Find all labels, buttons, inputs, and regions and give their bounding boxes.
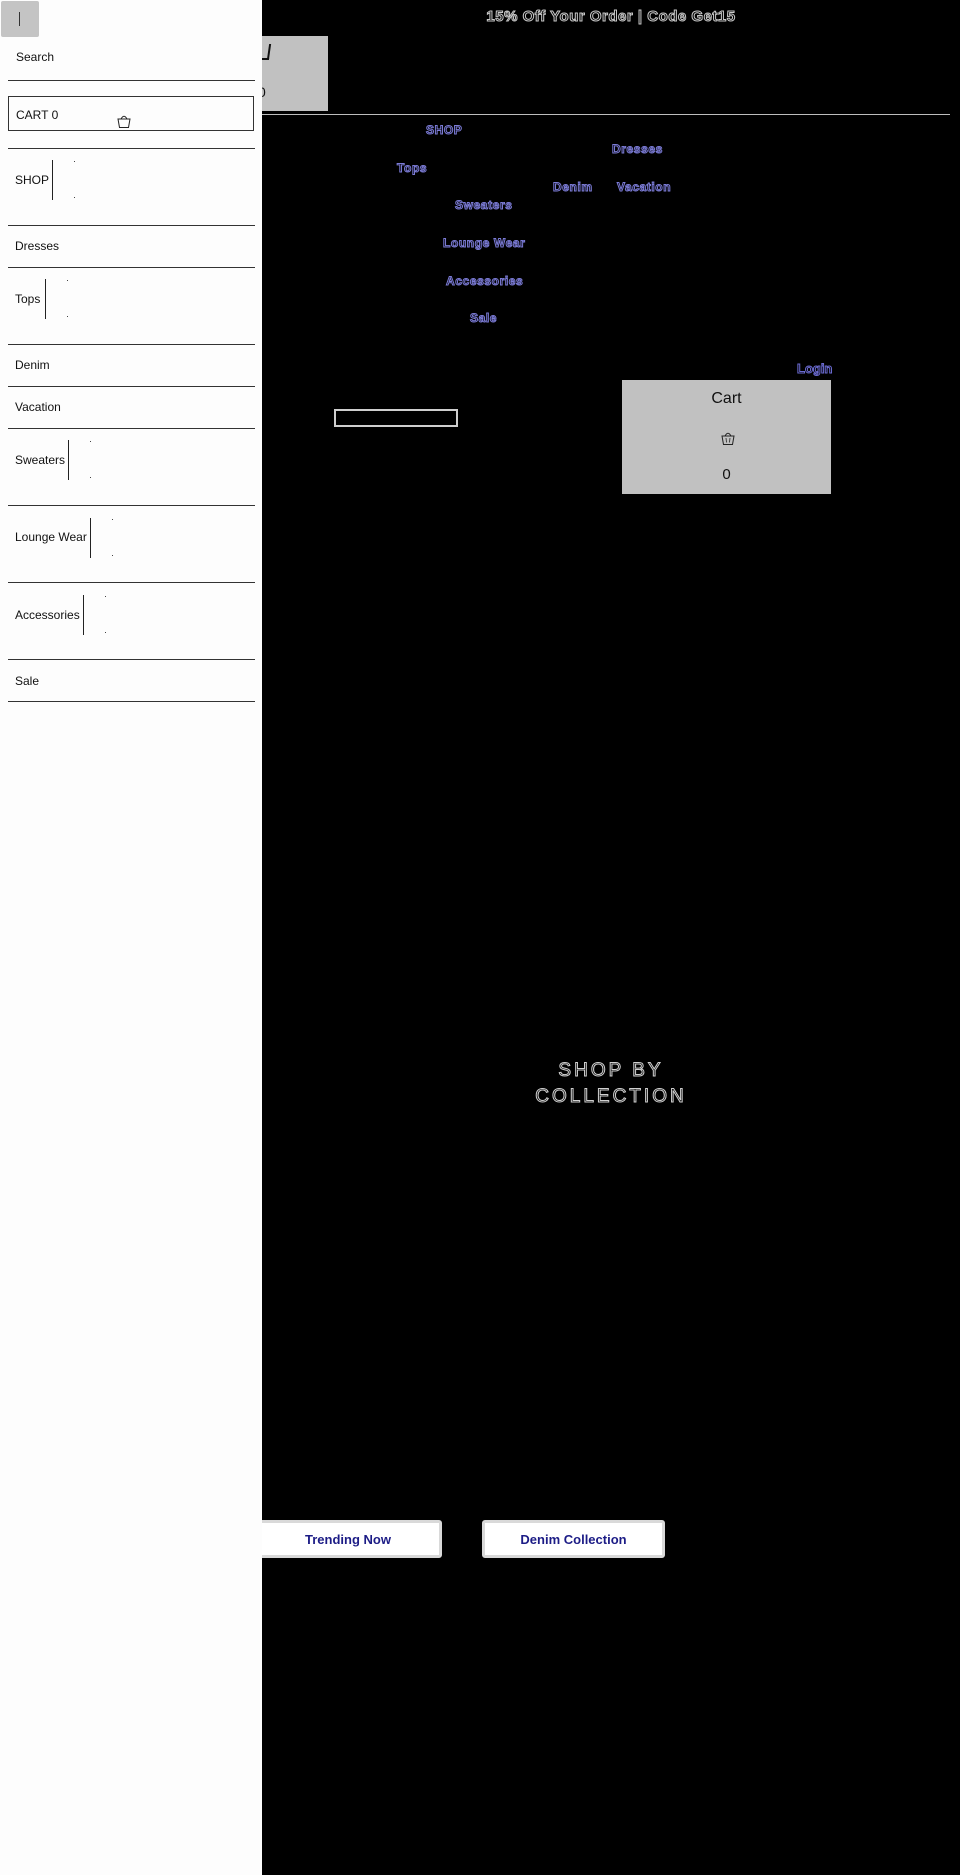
drawer-divider: [8, 80, 255, 81]
drawer-item-vacation[interactable]: Vacation: [15, 400, 61, 414]
cart-panel[interactable]: Cart 0: [622, 380, 831, 494]
collection-heading-line2: COLLECTION: [535, 1086, 687, 1108]
side-drawer: Search CART 0 SHOP Dresses Tops Denim Va…: [0, 0, 262, 1875]
drawer-divider: [8, 659, 255, 660]
chevron-up-icon: [105, 596, 106, 597]
nav-denim[interactable]: Denim: [553, 180, 593, 195]
drawer-divider: [8, 582, 255, 583]
drawer-item-lounge-wear[interactable]: Lounge Wear: [15, 530, 87, 544]
nav-tops[interactable]: Tops: [396, 161, 427, 176]
header-cart-button[interactable]: 0: [256, 36, 328, 111]
submenu-toggle[interactable]: [68, 440, 69, 480]
chevron-down-icon: [67, 316, 68, 317]
nav-lounge-wear[interactable]: Lounge Wear: [442, 236, 525, 251]
drawer-divider: [8, 701, 255, 702]
chevron-down-icon: [74, 197, 75, 198]
submenu-toggle[interactable]: [45, 279, 46, 319]
collection-heading: SHOP BY COLLECTION: [262, 1058, 960, 1110]
login-link[interactable]: Login: [796, 361, 832, 377]
drawer-item-shop[interactable]: SHOP: [15, 173, 49, 187]
drawer-divider: [8, 148, 255, 149]
menu-toggle-button[interactable]: [1, 1, 39, 37]
cart-label: Cart: [711, 390, 742, 407]
drawer-item-dresses[interactable]: Dresses: [15, 239, 59, 253]
chevron-down-icon: [105, 632, 106, 633]
drawer-cart-label: CART 0: [16, 108, 59, 122]
drawer-divider: [8, 267, 255, 268]
nav-dresses[interactable]: Dresses: [612, 142, 663, 157]
chevron-up-icon: [90, 441, 91, 442]
header-divider: [262, 114, 950, 115]
drawer-divider: [8, 344, 255, 345]
drawer-item-accessories[interactable]: Accessories: [15, 608, 80, 622]
trending-now-button[interactable]: Trending Now: [254, 1520, 442, 1558]
drawer-item-tops[interactable]: Tops: [15, 292, 40, 306]
collection-heading-line1: SHOP BY: [558, 1060, 664, 1082]
nav-sweaters[interactable]: Sweaters: [455, 198, 513, 213]
announcement-bar: 15% Off Your Order | Code Get15: [486, 8, 736, 26]
nav-accessories[interactable]: Accessories: [445, 274, 523, 289]
drawer-search-link[interactable]: Search: [16, 50, 54, 64]
cart-count: 0: [722, 466, 731, 483]
submenu-toggle[interactable]: [90, 518, 91, 558]
nav-shop[interactable]: SHOP: [425, 123, 462, 138]
drawer-cart-button[interactable]: CART 0: [8, 96, 254, 131]
nav-sale[interactable]: Sale: [469, 311, 497, 326]
search-input[interactable]: [334, 409, 458, 427]
drawer-divider: [8, 428, 255, 429]
submenu-toggle[interactable]: [52, 160, 53, 200]
shopping-bag-icon: [721, 432, 735, 445]
drawer-item-sale[interactable]: Sale: [15, 674, 39, 688]
hamburger-icon: [19, 12, 20, 26]
chevron-up-icon: [67, 280, 68, 281]
drawer-item-denim[interactable]: Denim: [15, 358, 50, 372]
drawer-item-sweaters[interactable]: Sweaters: [15, 453, 65, 467]
chevron-down-icon: [90, 477, 91, 478]
drawer-divider: [8, 225, 255, 226]
chevron-up-icon: [112, 519, 113, 520]
denim-collection-button[interactable]: Denim Collection: [482, 1520, 665, 1558]
shopping-bag-icon: [117, 115, 131, 128]
chevron-up-icon: [74, 161, 75, 162]
chevron-down-icon: [112, 555, 113, 556]
drawer-divider: [8, 386, 255, 387]
nav-vacation[interactable]: Vacation: [616, 180, 671, 195]
drawer-divider: [8, 505, 255, 506]
submenu-toggle[interactable]: [83, 595, 84, 635]
